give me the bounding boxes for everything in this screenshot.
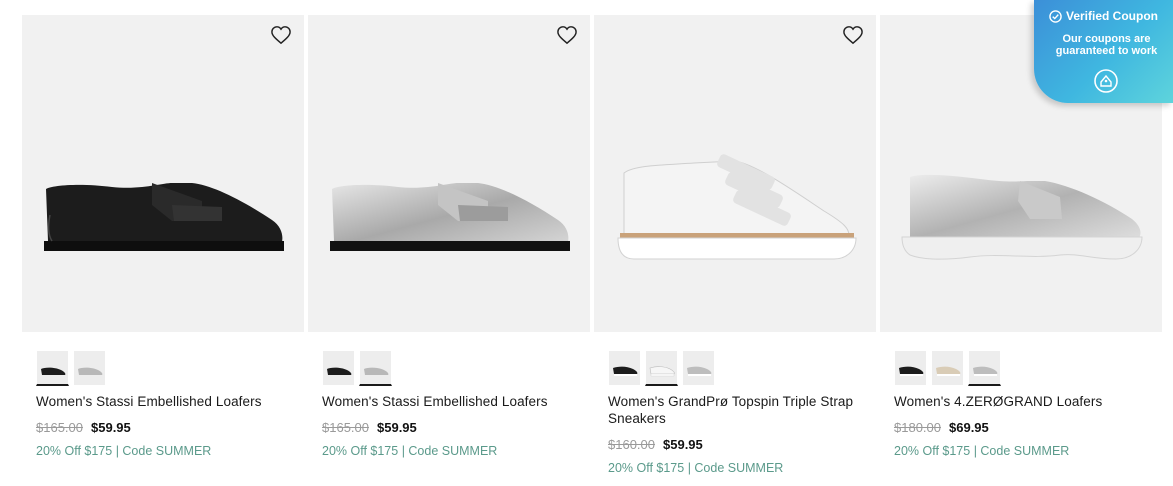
- promo-text: 20% Off $175 | Code SUMMER: [894, 444, 1070, 458]
- verified-coupon-badge[interactable]: Verified Coupon Our coupons are guarante…: [1034, 0, 1173, 103]
- swatch-silver[interactable]: [968, 350, 1001, 386]
- price-row: $165.00 $59.95: [322, 420, 417, 436]
- color-swatches: [322, 350, 392, 388]
- price-row: $165.00 $59.95: [36, 420, 131, 436]
- original-price: $160.00: [608, 437, 655, 452]
- promo-text: 20% Off $175 | Code SUMMER: [322, 444, 498, 458]
- sale-price: $59.95: [91, 420, 131, 435]
- coupon-subtitle: Our coupons are guaranteed to work: [1055, 33, 1158, 57]
- product-grid: Women's Stassi Embellished Loafers $165.…: [22, 15, 1173, 486]
- color-swatches: [894, 350, 1001, 388]
- original-price: $180.00: [894, 420, 941, 435]
- original-price: $165.00: [322, 420, 369, 435]
- product-card[interactable]: Women's Stassi Embellished Loafers $165.…: [308, 15, 590, 486]
- tag-icon[interactable]: [1093, 68, 1119, 94]
- silver-loafer-image: [330, 183, 570, 251]
- sale-price: $59.95: [377, 420, 417, 435]
- product-image[interactable]: [594, 15, 876, 332]
- promo-text: 20% Off $175 | Code SUMMER: [36, 444, 212, 458]
- price-row: $180.00 $69.95: [894, 420, 989, 436]
- swatch-black[interactable]: [322, 350, 355, 386]
- product-name[interactable]: Women's Stassi Embellished Loafers: [322, 393, 582, 410]
- product-name[interactable]: Women's Stassi Embellished Loafers: [36, 393, 296, 410]
- black-loafer-image: [44, 183, 284, 251]
- coupon-title: Verified Coupon: [1065, 9, 1158, 23]
- sale-price: $69.95: [949, 420, 989, 435]
- product-image[interactable]: [22, 15, 304, 332]
- sale-price: $59.95: [663, 437, 703, 452]
- wishlist-heart-icon[interactable]: [842, 25, 864, 45]
- product-card[interactable]: Women's Stassi Embellished Loafers $165.…: [22, 15, 304, 486]
- promo-text: 20% Off $175 | Code SUMMER: [608, 461, 784, 475]
- color-swatches: [608, 350, 715, 388]
- color-swatches: [36, 350, 106, 388]
- swatch-black[interactable]: [894, 350, 927, 386]
- swatch-silver[interactable]: [73, 350, 106, 386]
- swatch-silver[interactable]: [359, 350, 392, 386]
- swatch-white[interactable]: [645, 350, 678, 386]
- coupon-header: Verified Coupon: [1034, 9, 1173, 23]
- product-card[interactable]: Women's GrandPrø Topspin Triple Strap Sn…: [594, 15, 876, 486]
- original-price: $165.00: [36, 420, 83, 435]
- check-circle-icon: [1049, 9, 1062, 23]
- swatch-black[interactable]: [608, 350, 641, 386]
- product-name[interactable]: Women's 4.ZERØGRAND Loafers: [894, 393, 1154, 410]
- swatch-black[interactable]: [36, 350, 69, 386]
- swatch-cream[interactable]: [931, 350, 964, 386]
- product-name[interactable]: Women's GrandPrø Topspin Triple Strap Sn…: [608, 393, 868, 427]
- swatch-silver[interactable]: [682, 350, 715, 386]
- price-row: $160.00 $59.95: [608, 437, 703, 453]
- white-sneaker-image: [617, 154, 857, 260]
- wishlist-heart-icon[interactable]: [270, 25, 292, 45]
- product-image[interactable]: [308, 15, 590, 332]
- wishlist-heart-icon[interactable]: [556, 25, 578, 45]
